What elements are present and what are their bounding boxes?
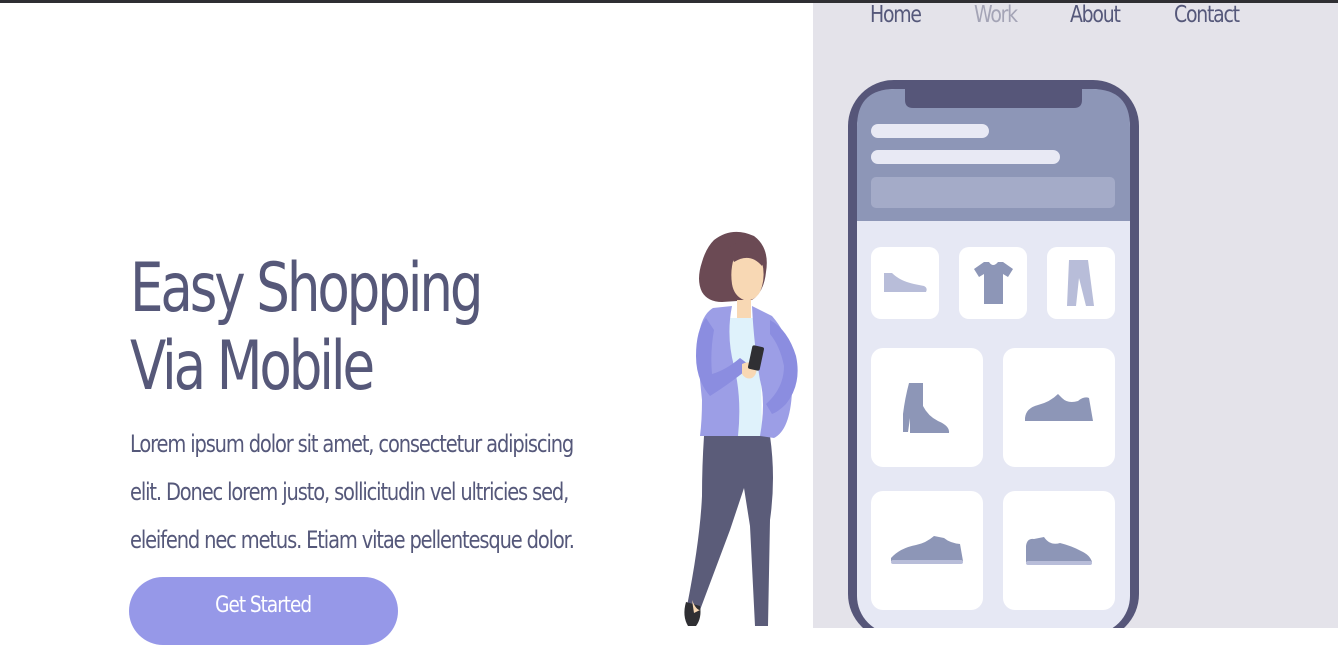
phone-header-line-2 — [871, 150, 1060, 164]
nav-home-link[interactable]: Home — [870, 2, 922, 28]
woman-shoe-left — [684, 602, 701, 626]
top-border — [0, 0, 1338, 3]
hero-description: Lorem ipsum dolor sit amet, consectetur … — [130, 420, 648, 564]
hero-title-line-2: Via Mobile — [130, 327, 375, 406]
woman-figure — [684, 231, 798, 626]
woman-pants — [687, 436, 773, 626]
nav-about-link[interactable]: About — [1070, 2, 1121, 28]
phone-search-bar — [871, 177, 1115, 208]
nav-contact-link[interactable]: Contact — [1174, 2, 1240, 28]
nav-work-link[interactable]: Work — [974, 2, 1018, 28]
tile-heel-boot — [871, 348, 983, 467]
phone-illustration — [848, 80, 1139, 628]
phone-notch — [905, 86, 1082, 108]
get-started-label: Get Started — [215, 593, 313, 618]
get-started-button[interactable]: Get Started — [129, 577, 398, 645]
hero-description-line-3: eleifend nec metus. Etiam vitae pellente… — [130, 526, 575, 554]
phone-header-line-1 — [871, 124, 989, 138]
shopping-illustration — [684, 80, 1139, 628]
hero-title: Easy Shopping Via Mobile — [130, 249, 484, 406]
hero-description-line-1: Lorem ipsum dolor sit amet, consectetur … — [130, 430, 574, 458]
hero-description-line-2: elit. Donec lorem justo, sollicitudin ve… — [130, 478, 569, 506]
hero-title-line-1: Easy Shopping — [130, 249, 484, 328]
